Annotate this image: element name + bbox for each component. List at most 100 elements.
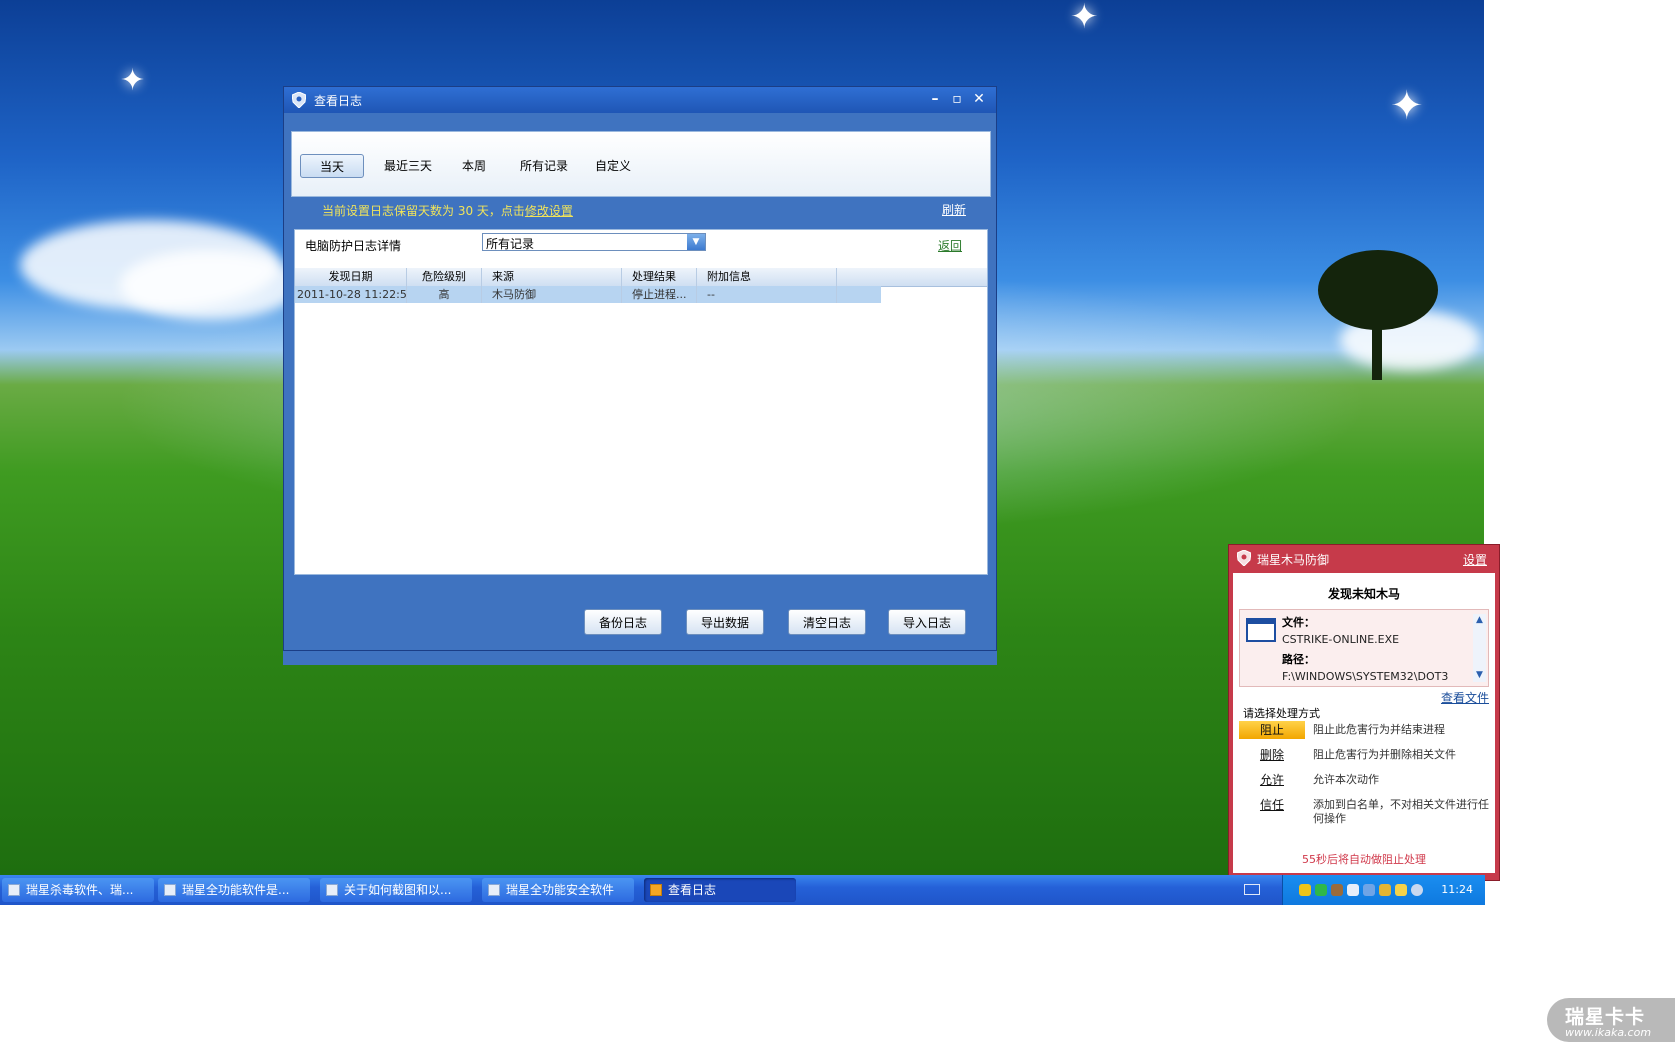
tree-trunk bbox=[1372, 320, 1382, 380]
window-icon bbox=[326, 884, 338, 896]
allow-option-button[interactable]: 允许 bbox=[1239, 771, 1305, 789]
cell-date: 2011-10-28 11:22:50 bbox=[297, 286, 407, 303]
star: ✦ bbox=[1390, 83, 1424, 129]
tab-this-week[interactable]: 本周 bbox=[452, 154, 496, 178]
log-window-title: 查看日志 bbox=[314, 94, 363, 108]
minimize-button[interactable]: – bbox=[926, 90, 944, 108]
taskbar-item-active[interactable]: 查看日志 bbox=[644, 878, 796, 902]
filter-select-value: 所有记录 bbox=[486, 237, 535, 251]
retention-notice-text: 当前设置日志保留天数为 30 天，点击 bbox=[322, 204, 525, 218]
delete-option-button[interactable]: 删除 bbox=[1239, 746, 1305, 764]
umbrella-icon[interactable] bbox=[1315, 884, 1327, 896]
import-log-button[interactable]: 导入日志 bbox=[888, 609, 966, 635]
taskbar-item[interactable]: 关于如何截图和以... bbox=[320, 878, 472, 902]
auto-action-countdown: 55秒后将自动做阻止处理 bbox=[1302, 853, 1426, 866]
window-file-icon bbox=[1246, 618, 1276, 642]
volume-icon[interactable] bbox=[1411, 884, 1423, 896]
block-option-desc: 阻止此危害行为并结束进程 bbox=[1313, 723, 1445, 736]
watermark-brand: 瑞星卡卡 bbox=[1565, 1006, 1646, 1028]
star: ✦ bbox=[1070, 0, 1099, 37]
file-info-box: 文件： CSTRIKE-ONLINE.EXE 路径： F:\WINDOWS\SY… bbox=[1239, 609, 1489, 687]
clock[interactable]: 11:24 bbox=[1441, 883, 1473, 896]
path-label: 路径： bbox=[1282, 653, 1315, 666]
tab-custom[interactable]: 自定义 bbox=[588, 154, 638, 178]
popup-titlebar[interactable]: 瑞星木马防御 设置 bbox=[1229, 545, 1499, 571]
date-range-tabs: 当天 最近三天 本周 所有记录 自定义 bbox=[291, 131, 991, 197]
cell-extra: -- bbox=[697, 286, 837, 303]
tray-app-icon[interactable] bbox=[1363, 884, 1375, 896]
cloud bbox=[120, 250, 300, 320]
taskbar-item-label: 瑞星全功能软件是... bbox=[182, 883, 290, 897]
filter-select[interactable]: 所有记录 ▼ bbox=[482, 233, 706, 251]
tree bbox=[1318, 250, 1438, 330]
file-value: CSTRIKE-ONLINE.EXE bbox=[1282, 633, 1400, 646]
clear-log-button[interactable]: 清空日志 bbox=[788, 609, 866, 635]
column-header-result[interactable]: 处理结果 bbox=[622, 268, 697, 286]
tray-app-icon[interactable] bbox=[1379, 884, 1391, 896]
popup-settings-link[interactable]: 设置 bbox=[1463, 551, 1487, 568]
refresh-link[interactable]: 刷新 bbox=[942, 201, 966, 218]
window-icon bbox=[8, 884, 20, 896]
tray-app-icon[interactable] bbox=[1331, 884, 1343, 896]
tab-last-three-days[interactable]: 最近三天 bbox=[376, 154, 440, 178]
column-header-level[interactable]: 危险级别 bbox=[407, 268, 482, 286]
scroll-down-icon[interactable]: ▼ bbox=[1473, 669, 1486, 682]
cell-result: 停止进程... bbox=[622, 286, 697, 303]
choose-action-label: 请选择处理方式 bbox=[1243, 707, 1320, 720]
log-icon bbox=[650, 884, 662, 896]
back-link[interactable]: 返回 bbox=[938, 237, 962, 254]
window-icon bbox=[164, 884, 176, 896]
file-info-scrollbar[interactable]: ▲ ▼ bbox=[1473, 614, 1486, 682]
table-row[interactable]: 2011-10-28 11:22:50 高 木马防御 停止进程... -- bbox=[295, 286, 881, 303]
network-icon[interactable] bbox=[1347, 884, 1359, 896]
tab-all-records[interactable]: 所有记录 bbox=[512, 154, 576, 178]
retention-notice: 当前设置日志保留天数为 30 天，点击修改设置 bbox=[322, 202, 573, 219]
qq-icon[interactable] bbox=[1299, 884, 1311, 896]
keyboard-icon[interactable] bbox=[1244, 884, 1260, 895]
star: ✦ bbox=[120, 63, 146, 98]
column-header-date[interactable]: 发现日期 bbox=[295, 268, 407, 286]
path-value: F:\WINDOWS\SYSTEM32\DOT3 bbox=[1282, 670, 1449, 683]
taskbar: 瑞星杀毒软件、瑞... 瑞星全功能软件是... 关于如何截图和以... 瑞星全功… bbox=[0, 875, 1485, 905]
alert-heading: 发现未知木马 bbox=[1327, 587, 1400, 601]
maximize-button[interactable]: ▫ bbox=[948, 90, 966, 108]
popup-body: 发现未知木马 文件： CSTRIKE-ONLINE.EXE 路径： F:\WIN… bbox=[1233, 573, 1495, 873]
column-header-source[interactable]: 来源 bbox=[482, 268, 622, 286]
scroll-up-icon[interactable]: ▲ bbox=[1473, 614, 1486, 627]
cell-level: 高 bbox=[407, 286, 482, 303]
backup-log-button[interactable]: 备份日志 bbox=[584, 609, 662, 635]
taskbar-item[interactable]: 瑞星全功能安全软件 bbox=[482, 878, 634, 902]
close-button[interactable]: ✕ bbox=[970, 90, 988, 108]
taskbar-item[interactable]: 瑞星全功能软件是... bbox=[158, 878, 310, 902]
block-option-button[interactable]: 阻止 bbox=[1239, 721, 1305, 739]
watermark-logo: 瑞星卡卡 www.ikaka.com bbox=[1547, 998, 1675, 1042]
shield-icon bbox=[488, 884, 500, 896]
shield-icon bbox=[1237, 550, 1251, 566]
log-detail-panel: 电脑防护日志详情 所有记录 ▼ 返回 发现日期 危险级别 来源 处理结果 附加信… bbox=[294, 229, 988, 575]
file-label: 文件： bbox=[1282, 616, 1315, 629]
table-header: 发现日期 危险级别 来源 处理结果 附加信息 bbox=[295, 268, 987, 287]
detail-label: 电脑防护日志详情 bbox=[305, 239, 402, 253]
system-tray: 11:24 bbox=[1282, 875, 1485, 905]
watermark-url: www.ikaka.com bbox=[1565, 1026, 1652, 1039]
log-window: 查看日志 – ▫ ✕ 当天 最近三天 本周 所有记录 自定义 当前设置日志保留天… bbox=[283, 86, 997, 651]
chevron-down-icon[interactable]: ▼ bbox=[687, 234, 705, 250]
taskbar-item-label: 关于如何截图和以... bbox=[344, 883, 452, 897]
delete-option-desc: 阻止危害行为并删除相关文件 bbox=[1313, 748, 1456, 761]
export-data-button[interactable]: 导出数据 bbox=[686, 609, 764, 635]
allow-option-desc: 允许本次动作 bbox=[1313, 773, 1379, 786]
log-window-titlebar[interactable]: 查看日志 – ▫ ✕ bbox=[284, 87, 996, 113]
modify-settings-link[interactable]: 修改设置 bbox=[525, 204, 573, 218]
trust-option-button[interactable]: 信任 bbox=[1239, 796, 1305, 814]
taskbar-item-label: 瑞星杀毒软件、瑞... bbox=[26, 883, 134, 897]
popup-title: 瑞星木马防御 bbox=[1257, 553, 1330, 567]
column-header-extra[interactable]: 附加信息 bbox=[697, 268, 837, 286]
taskbar-item[interactable]: 瑞星杀毒软件、瑞... bbox=[2, 878, 154, 902]
shield-icon bbox=[292, 92, 306, 108]
trojan-alert-popup: 瑞星木马防御 设置 发现未知木马 文件： CSTRIKE-ONLINE.EXE … bbox=[1228, 544, 1500, 881]
view-file-link[interactable]: 查看文件 bbox=[1441, 689, 1489, 706]
tab-today[interactable]: 当天 bbox=[300, 154, 364, 178]
action-bar: 备份日志 导出数据 清空日志 导入日志 bbox=[284, 589, 996, 649]
tray-app-icon[interactable] bbox=[1395, 884, 1407, 896]
taskbar-item-label: 查看日志 bbox=[668, 883, 717, 897]
